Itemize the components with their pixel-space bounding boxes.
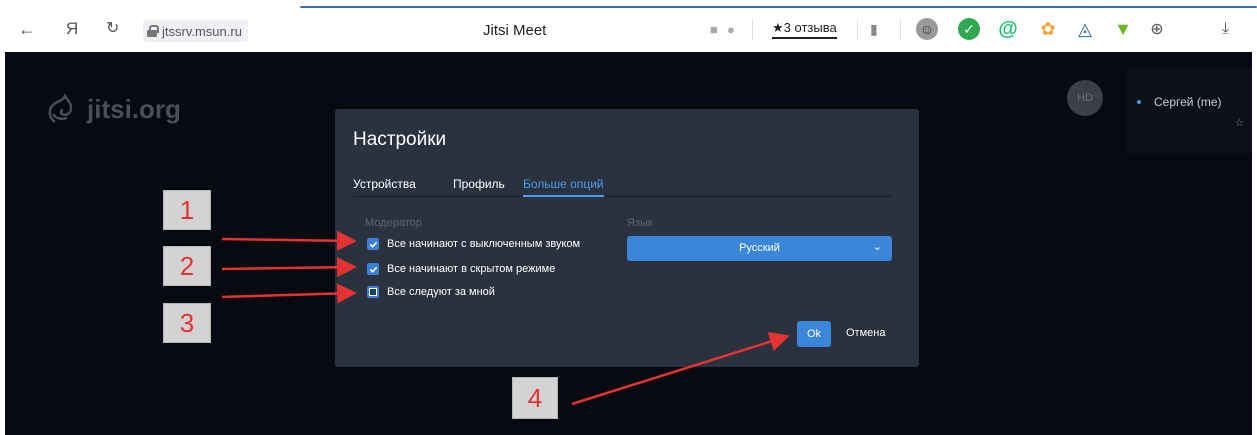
reviews-label: 3 отзыва [783, 20, 837, 35]
browser-toolbar: ← Я ↻ jtssrv.msun.ru Jitsi Meet ■ ● ★3 о… [0, 0, 1257, 52]
option-label: Все начинают в скрытом режиме [387, 263, 556, 275]
chevron-down-icon: ⌄ [872, 241, 882, 253]
watermark-text: jitsi.org [87, 93, 181, 124]
dialog-title: Настройки [353, 129, 447, 150]
cancel-button[interactable]: Отмена [846, 327, 885, 339]
language-section-label: Язык [627, 217, 653, 229]
participant-indicator [1137, 100, 1141, 104]
download-arrow-icon[interactable]: ▼ [1112, 18, 1134, 40]
option-follow-me[interactable]: Все следуют за мной [367, 286, 495, 298]
moderator-section-label: Модератор [365, 217, 422, 229]
lock-icon [147, 25, 159, 37]
settings-tabs: Устройства Профиль Больше опций [353, 175, 892, 197]
checkbox-checked[interactable] [367, 238, 379, 250]
avatar: HD [1067, 80, 1103, 116]
back-icon[interactable]: ← [18, 19, 36, 39]
annotation-number-3: 3 [163, 303, 211, 343]
option-label: Все начинают с выключенным звуком [387, 238, 581, 250]
annotation-number-1: 1 [163, 190, 211, 230]
language-value: Русский [739, 242, 780, 254]
toolbar-divider [752, 20, 753, 40]
puzzle-icon[interactable]: ⊕ [1146, 18, 1168, 40]
page-loading-indicator [300, 6, 1257, 8]
star-icon: ☆ [1235, 118, 1244, 129]
yandex-icon[interactable]: Я [66, 19, 78, 39]
settings-dialog: Настройки Устройства Профиль Больше опци… [335, 109, 919, 367]
checkbox-checked[interactable] [367, 263, 379, 275]
participant-name: Сергей (me) [1154, 95, 1222, 109]
toolbar-divider [900, 20, 901, 40]
tab-title: Jitsi Meet [483, 22, 547, 39]
bookmark-icon[interactable]: ▮ [870, 21, 878, 38]
download-icon[interactable]: ⤓ [1222, 19, 1229, 39]
annotation-number-4: 4 [512, 377, 558, 419]
checkbox-unchecked[interactable] [367, 286, 379, 298]
url-text: jtssrv.msun.ru [162, 23, 242, 39]
address-bar[interactable]: jtssrv.msun.ru [143, 20, 248, 42]
option-label: Все следуют за мной [387, 286, 495, 298]
shield-icon[interactable]: ✓ [958, 18, 980, 40]
tab-devices[interactable]: Устройства [353, 177, 416, 191]
option-start-muted[interactable]: Все начинают с выключенным звуком [367, 238, 580, 250]
paw-icon[interactable]: ✿ [1037, 18, 1059, 40]
tab-profile[interactable]: Профиль [453, 177, 505, 191]
reload-icon[interactable]: ↻ [106, 19, 119, 39]
language-select[interactable]: Русский ⌄ [627, 236, 892, 261]
jitsi-logo-icon [48, 92, 73, 124]
camera-icon[interactable]: ■ [710, 22, 718, 37]
prism-icon[interactable]: ◬ [1074, 18, 1096, 40]
option-start-hidden[interactable]: Все начинают в скрытом режиме [367, 263, 555, 275]
jitsi-watermark: jitsi.org [45, 92, 181, 126]
tab-more-options[interactable]: Больше опций [523, 177, 604, 197]
ok-button[interactable]: Ok [797, 321, 831, 347]
annotation-number-2: 2 [163, 246, 211, 286]
mic-icon[interactable]: ● [727, 22, 735, 37]
participant-tile[interactable]: Сергей (me) ☆ [1127, 68, 1252, 153]
toolbar-divider [857, 20, 858, 40]
reviews-button[interactable]: ★3 отзыва [772, 20, 837, 39]
extension-spy-icon[interactable]: ☺ [916, 18, 938, 40]
at-icon[interactable]: @ [997, 18, 1019, 40]
star-icon: ★ [772, 20, 784, 35]
